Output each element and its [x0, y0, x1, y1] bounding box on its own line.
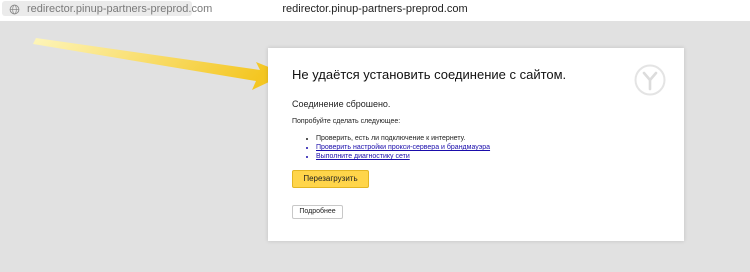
error-subtitle: Соединение сброшено. — [292, 99, 391, 109]
suggestion-list: Проверить, есть ли подключение к интерне… — [304, 134, 490, 161]
suggestion-check-internet: Проверить, есть ли подключение к интерне… — [316, 134, 490, 143]
suggestion-intro: Попробуйте сделать следующее: — [292, 118, 401, 125]
details-button[interactable]: Подробнее — [292, 205, 343, 219]
suggestion-check-proxy-link[interactable]: Проверить настройки прокси-сервера и бра… — [316, 143, 490, 152]
suggestion-network-diagnostics-link[interactable]: Выполните диагностику сети — [316, 152, 490, 161]
error-card: Не удаётся установить соединение с сайто… — [268, 48, 684, 241]
page-title: Не удаётся установить соединение с сайто… — [292, 67, 567, 82]
reload-button[interactable]: Перезагрузить — [292, 170, 369, 188]
yandex-browser-logo-icon — [634, 64, 666, 96]
